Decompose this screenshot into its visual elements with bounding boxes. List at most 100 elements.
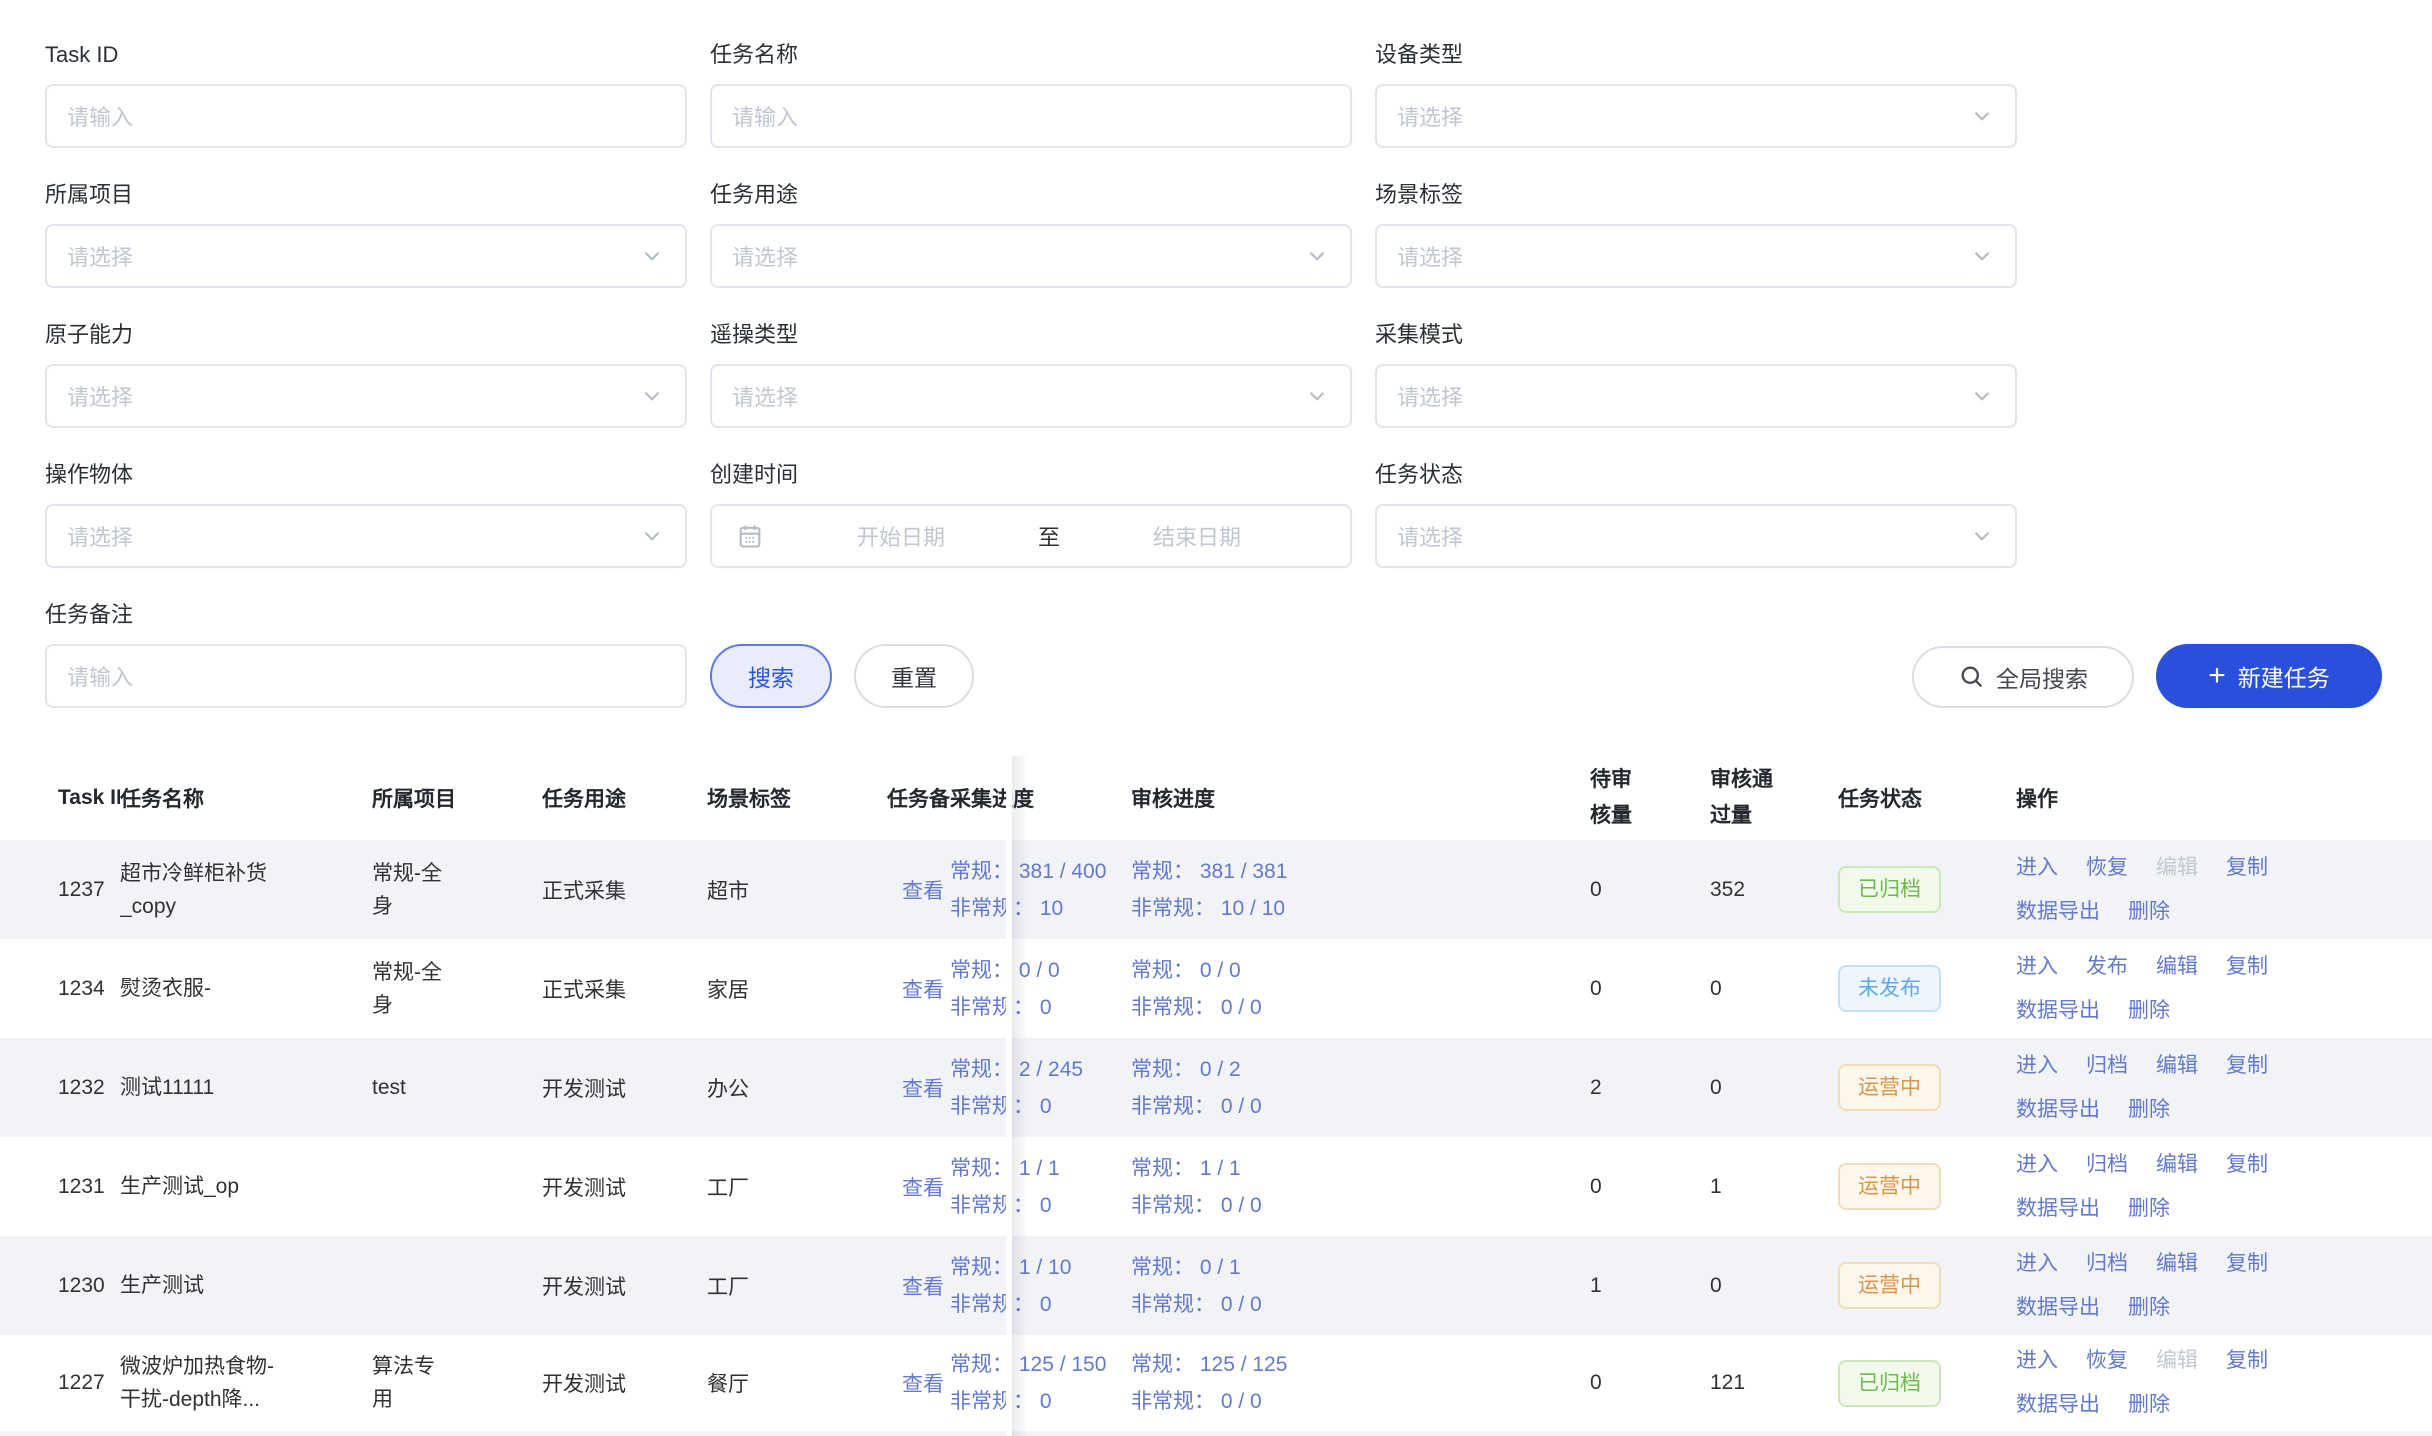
field-operate-object: 操作物体	[45, 460, 687, 490]
action-publish[interactable]: 发布	[2086, 945, 2128, 989]
create-task-button[interactable]: + 新建任务	[2156, 644, 2382, 708]
field-label: Task ID	[45, 40, 687, 70]
atomic-ability-select[interactable]: 请选择	[45, 364, 687, 428]
field-label: 设备类型	[1375, 40, 2017, 70]
cell-actions: 进入 归档 编辑 复制 数据导出 删除	[2016, 1038, 2370, 1137]
action-enter[interactable]: 进入	[2016, 1044, 2058, 1088]
field-project: 所属项目	[45, 180, 687, 210]
action-restore[interactable]: 恢复	[2086, 846, 2128, 890]
cell-project: 算法专用	[372, 1350, 452, 1416]
action-edit[interactable]: 编辑	[2156, 1044, 2198, 1088]
cell-project: 常规-全身	[372, 956, 452, 1022]
search-button[interactable]: 搜索	[710, 644, 832, 708]
reset-button[interactable]: 重置	[854, 644, 974, 708]
action-export[interactable]: 数据导出	[2016, 989, 2100, 1033]
action-delete[interactable]: 删除	[2128, 1286, 2170, 1330]
end-date-placeholder[interactable]: 结束日期	[1068, 520, 1326, 552]
operate-object-select[interactable]: 请选择	[45, 504, 687, 568]
field-task-remark: 任务备注	[45, 600, 687, 630]
field-scene-tag: 场景标签	[1375, 180, 2017, 210]
action-edit[interactable]: 编辑	[2156, 1143, 2198, 1187]
remark-view-link[interactable]: 查看	[887, 974, 950, 1004]
action-export[interactable]: 数据导出	[2016, 1187, 2100, 1231]
action-export[interactable]: 数据导出	[2016, 1088, 2100, 1132]
action-copy[interactable]: 复制	[2226, 846, 2268, 890]
field-create-time: 创建时间	[710, 460, 1352, 490]
project-select[interactable]: 请选择	[45, 224, 687, 288]
select-placeholder: 请选择	[67, 380, 639, 412]
action-archive[interactable]: 归档	[2086, 1044, 2128, 1088]
task-id-input[interactable]: 请输入	[45, 84, 687, 148]
table-row: 1227 微波炉加热食物-干扰-depth降... 算法专用 开发测试 餐厅 查…	[0, 1335, 2432, 1431]
remark-view-link[interactable]: 查看	[887, 1073, 950, 1103]
cell-task-name: 微波炉加热食物-干扰-depth降...	[120, 1350, 276, 1416]
fixed-column-shadow	[1012, 756, 1028, 1436]
date-range-separator: 至	[1030, 520, 1068, 552]
field-label: 任务名称	[710, 40, 1352, 70]
select-placeholder: 请选择	[1397, 520, 1969, 552]
remark-view-link[interactable]: 查看	[887, 875, 950, 905]
task-status-select[interactable]: 请选择	[1375, 504, 2017, 568]
table-row: 1232 测试11111 test 开发测试 办公 查看 常规： 2 / 245…	[0, 1038, 2432, 1137]
status-badge: 未发布	[1838, 965, 1941, 1012]
action-export[interactable]: 数据导出	[2016, 1383, 2100, 1427]
table-header-row: Task ID 任务名称 所属项目 任务用途 场景标签 任务备注 采集进度 审核…	[0, 756, 2432, 840]
action-export[interactable]: 数据导出	[2016, 1286, 2100, 1330]
action-export[interactable]: 数据导出	[2016, 890, 2100, 934]
action-edit[interactable]: 编辑	[2156, 945, 2198, 989]
status-badge: 运营中	[1838, 1262, 1941, 1309]
device-type-select[interactable]: 请选择	[1375, 84, 2017, 148]
cell-review-progress: 常规： 381 / 381非常规： 10 / 10	[1131, 840, 1588, 939]
scene-tag-select[interactable]: 请选择	[1375, 224, 2017, 288]
action-copy[interactable]: 复制	[2226, 945, 2268, 989]
action-enter[interactable]: 进入	[2016, 1339, 2058, 1383]
cell-pending-count: 0	[1590, 977, 1710, 1001]
action-delete[interactable]: 删除	[2128, 890, 2170, 934]
cell-review-progress: 常规： 125 / 125非常规： 0 / 0	[1131, 1335, 1588, 1431]
action-copy[interactable]: 复制	[2226, 1143, 2268, 1187]
teleop-type-select[interactable]: 请选择	[710, 364, 1352, 428]
action-delete[interactable]: 删除	[2128, 1088, 2170, 1132]
action-edit[interactable]: 编辑	[2156, 1339, 2198, 1383]
action-copy[interactable]: 复制	[2226, 1044, 2268, 1088]
action-enter[interactable]: 进入	[2016, 945, 2058, 989]
action-archive[interactable]: 归档	[2086, 1242, 2128, 1286]
task-management-page: Task ID 请输入 任务名称 请输入 设备类型 请选择 所属项目 请选择 任…	[0, 0, 2432, 1436]
field-label: 原子能力	[45, 320, 687, 350]
action-edit[interactable]: 编辑	[2156, 846, 2198, 890]
field-atomic-ability: 原子能力	[45, 320, 687, 350]
action-archive[interactable]: 归档	[2086, 1143, 2128, 1187]
remark-view-link[interactable]: 查看	[887, 1172, 950, 1202]
action-delete[interactable]: 删除	[2128, 1383, 2170, 1427]
cell-project: 常规-全身	[372, 857, 452, 923]
create-time-range-picker[interactable]: 开始日期 至 结束日期	[710, 504, 1352, 568]
field-label: 采集模式	[1375, 320, 2017, 350]
cell-task-id: 1237	[58, 878, 120, 902]
action-enter[interactable]: 进入	[2016, 1242, 2058, 1286]
remark-view-link[interactable]: 查看	[887, 1368, 950, 1398]
action-delete[interactable]: 删除	[2128, 1187, 2170, 1231]
cell-actions: 进入 恢复 编辑 复制 数据导出 删除	[2016, 1335, 2370, 1431]
action-copy[interactable]: 复制	[2226, 1242, 2268, 1286]
action-restore[interactable]: 恢复	[2086, 1339, 2128, 1383]
task-name-input[interactable]: 请输入	[710, 84, 1352, 148]
cell-task-name: 熨烫衣服-	[120, 972, 276, 1005]
action-enter[interactable]: 进入	[2016, 1143, 2058, 1187]
action-delete[interactable]: 删除	[2128, 989, 2170, 1033]
remark-view-link[interactable]: 查看	[887, 1271, 950, 1301]
action-enter[interactable]: 进入	[2016, 846, 2058, 890]
global-search-button[interactable]: 全局搜索	[1912, 646, 2134, 708]
chevron-down-icon	[639, 523, 665, 549]
input-placeholder: 请输入	[67, 100, 665, 132]
collect-mode-select[interactable]: 请选择	[1375, 364, 2017, 428]
cell-pending-count: 0	[1590, 1175, 1710, 1199]
task-remark-input[interactable]: 请输入	[45, 644, 687, 708]
start-date-placeholder[interactable]: 开始日期	[772, 520, 1030, 552]
action-edit[interactable]: 编辑	[2156, 1242, 2198, 1286]
purpose-select[interactable]: 请选择	[710, 224, 1352, 288]
cell-scene: 家居	[707, 974, 887, 1004]
select-placeholder: 请选择	[67, 520, 639, 552]
chevron-down-icon	[1304, 243, 1330, 269]
action-copy[interactable]: 复制	[2226, 1339, 2268, 1383]
select-placeholder: 请选择	[732, 240, 1304, 272]
